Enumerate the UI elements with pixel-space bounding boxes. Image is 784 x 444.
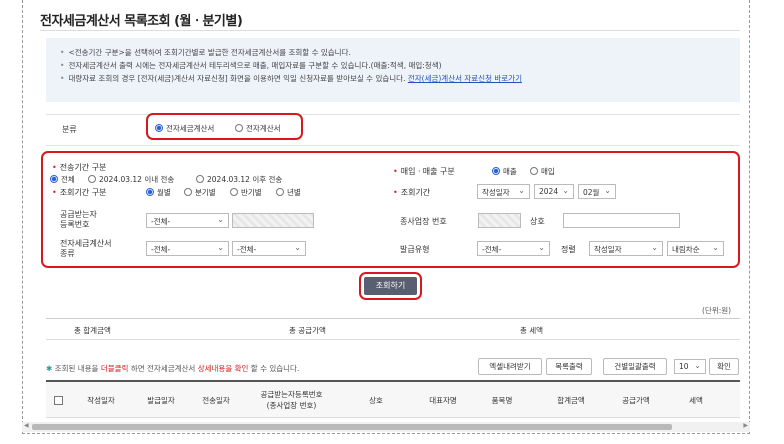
radio-icon bbox=[184, 188, 192, 196]
category-option-etax[interactable]: 전자세금계산서 bbox=[155, 123, 214, 134]
select-all-checkbox[interactable] bbox=[54, 396, 63, 405]
chevron-down-icon: ⌄ bbox=[538, 243, 545, 252]
excel-download-button[interactable]: 엑셀내려받기 bbox=[478, 358, 542, 375]
issue-type-label: 발급유형 bbox=[400, 245, 430, 254]
print-list-button[interactable]: 목록출력 bbox=[546, 358, 592, 375]
col-send-date[interactable]: 전송일자 bbox=[191, 395, 241, 406]
chevron-down-icon: ⌄ bbox=[217, 215, 224, 224]
company-name-label: 상호 bbox=[530, 217, 545, 226]
bulk-print-button[interactable]: 건별일괄출력 bbox=[603, 358, 667, 375]
col-company-name[interactable]: 상호 bbox=[356, 395, 396, 406]
radio-icon bbox=[196, 175, 204, 183]
sales-option[interactable]: 매출 bbox=[492, 166, 517, 177]
col-item-name[interactable]: 품목명 bbox=[482, 395, 522, 406]
period-option-quarterly[interactable]: 분기별 bbox=[184, 187, 216, 198]
star-icon: ✱ bbox=[46, 364, 55, 373]
result-info-text: ✱ 조회된 내용을 더블클릭 하면 전자세금계산서 상세내용을 확인 할 수 있… bbox=[46, 364, 300, 373]
chevron-down-icon: ⌄ bbox=[712, 243, 719, 252]
page-title: 전자세금계산서 목록조회 (월ㆍ분기별) bbox=[40, 14, 243, 29]
col-total-amount[interactable]: 합계금액 bbox=[546, 395, 596, 406]
scroll-right-icon[interactable]: ▶ bbox=[743, 422, 748, 429]
horizontal-scrollbar[interactable]: ◀ ▶ bbox=[22, 422, 750, 432]
inquiry-period-label: • 조회기간 bbox=[393, 188, 431, 197]
transmission-option-all[interactable]: 전체 bbox=[50, 174, 75, 185]
col-write-date[interactable]: 작성일자 bbox=[76, 395, 126, 406]
table-header: 작성일자 발급일자 전송일자 공급받는자등록번호 (종사업장 번호) 상호 대표자… bbox=[46, 380, 740, 418]
sort-order-select[interactable]: 내림차순 ⌄ bbox=[667, 241, 724, 256]
total-amount-label: 총 합계금액 bbox=[74, 326, 111, 335]
branch-no-input[interactable] bbox=[478, 213, 521, 228]
period-option-half[interactable]: 반기별 bbox=[230, 187, 262, 198]
recipient-reg-no-input[interactable] bbox=[232, 213, 314, 228]
col-issue-date[interactable]: 발급일자 bbox=[136, 395, 186, 406]
radio-selected-icon bbox=[155, 124, 163, 132]
page-size-select[interactable]: 10 ⌄ bbox=[674, 359, 706, 374]
divider bbox=[46, 145, 740, 146]
category-option-einvoice[interactable]: 전자계산서 bbox=[235, 123, 281, 134]
period-option-monthly[interactable]: 월별 bbox=[146, 187, 171, 198]
bullet-icon: • bbox=[60, 61, 65, 70]
sort-field-select[interactable]: 작성일자 ⌄ bbox=[589, 241, 663, 256]
notice-line-3: • 대량자료 조회의 경우 [전자(세금)계산서 자료신청] 화면을 이용하면 익… bbox=[60, 74, 522, 83]
year-select[interactable]: 2024 ⌄ bbox=[534, 184, 574, 199]
data-request-link[interactable]: 전자(세금)계산서 자료신청 바로가기 bbox=[408, 74, 522, 83]
recipient-reg-no-label: 공급받는자 등록번호 bbox=[60, 210, 97, 229]
inquiry-period-type-label: • 조회기간 구분 bbox=[52, 188, 107, 197]
radio-icon bbox=[230, 188, 238, 196]
recipient-type-select[interactable]: -전체- ⌄ bbox=[146, 213, 229, 228]
scrollbar-thumb[interactable] bbox=[32, 424, 672, 430]
transmission-option-after[interactable]: 2024.03.12 이후 전송 bbox=[196, 174, 282, 185]
chevron-down-icon: ⌄ bbox=[294, 243, 301, 252]
confirm-button[interactable]: 확인 bbox=[709, 358, 739, 375]
col-representative[interactable]: 대표자명 bbox=[418, 395, 468, 406]
radio-selected-icon bbox=[50, 175, 58, 183]
sort-label: 정렬 bbox=[561, 245, 576, 254]
search-button[interactable]: 조회하기 bbox=[364, 277, 417, 295]
notice-line-1: • <전송기간 구분>을 선택하여 조회기간별로 발급한 전자세금계산서를 조회할… bbox=[60, 48, 351, 57]
transmission-option-before[interactable]: 2024.03.12 이내 전송 bbox=[88, 174, 174, 185]
radio-selected-icon bbox=[146, 188, 154, 196]
invoice-subtype-select[interactable]: -전체- ⌄ bbox=[232, 241, 306, 256]
chevron-down-icon: ⌄ bbox=[651, 243, 658, 252]
summary-bar: 총 합계금액 총 공급가액 총 세액 bbox=[46, 318, 740, 340]
chevron-down-icon: ⌄ bbox=[562, 186, 569, 195]
date-type-select[interactable]: 작성일자 ⌄ bbox=[477, 184, 530, 199]
radio-icon bbox=[235, 124, 243, 132]
total-tax-label: 총 세액 bbox=[520, 326, 544, 335]
issue-type-select[interactable]: -전체- ⌄ bbox=[477, 241, 550, 256]
bullet-icon: • bbox=[60, 74, 65, 83]
col-tax[interactable]: 세액 bbox=[676, 395, 716, 406]
radio-selected-icon bbox=[492, 167, 500, 175]
chevron-down-icon: ⌄ bbox=[518, 186, 525, 195]
chevron-down-icon: ⌄ bbox=[694, 361, 701, 370]
transmission-period-label: • 전송기간 구분 bbox=[52, 163, 107, 172]
col-recipient-reg-no[interactable]: 공급받는자등록번호 (종사업장 번호) bbox=[244, 389, 339, 411]
title-divider bbox=[40, 30, 740, 31]
category-label: 분류 bbox=[62, 125, 77, 134]
radio-icon bbox=[88, 175, 96, 183]
purchase-option[interactable]: 매입 bbox=[530, 166, 555, 177]
notice-line-2: • 전자세금계산서 출력 시에는 전자세금계산서 테두리색으로 매출, 매입자료를… bbox=[60, 61, 442, 70]
sales-purchase-label: • 매입ㆍ매출 구분 bbox=[393, 167, 455, 176]
bullet-icon: • bbox=[60, 48, 65, 57]
chevron-down-icon: ⌄ bbox=[217, 243, 224, 252]
month-select[interactable]: 02월 ⌄ bbox=[578, 184, 616, 199]
radio-icon bbox=[530, 167, 538, 175]
period-option-yearly[interactable]: 년별 bbox=[276, 187, 301, 198]
invoice-type-select[interactable]: -전체- ⌄ bbox=[146, 241, 229, 256]
notice-box: • <전송기간 구분>을 선택하여 조회기간별로 발급한 전자세금계산서를 조회할… bbox=[46, 38, 740, 102]
radio-icon bbox=[276, 188, 284, 196]
invoice-type-label: 전자세금계산서 종류 bbox=[60, 239, 112, 258]
col-supply-amount[interactable]: 공급가액 bbox=[611, 395, 661, 406]
chevron-down-icon: ⌄ bbox=[604, 186, 611, 195]
company-name-input[interactable] bbox=[563, 213, 680, 228]
total-supply-label: 총 공급가액 bbox=[289, 326, 326, 335]
unit-text: (단위:원) bbox=[702, 306, 732, 315]
scroll-left-icon[interactable]: ◀ bbox=[24, 422, 29, 429]
branch-no-label: 종사업장 번호 bbox=[400, 217, 447, 226]
